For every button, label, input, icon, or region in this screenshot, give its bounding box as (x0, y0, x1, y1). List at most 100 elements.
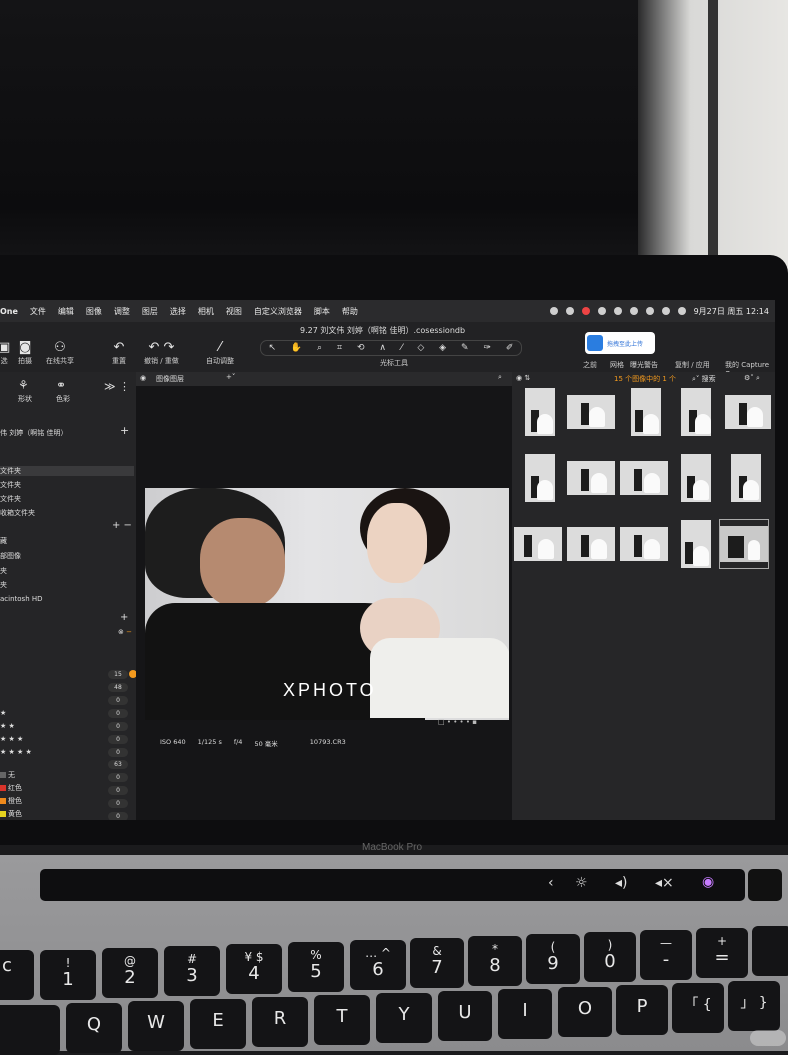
wechat-icon[interactable] (549, 307, 558, 315)
menu-adjust[interactable]: 调整 (114, 306, 130, 317)
key[interactable]: ) 0 (584, 932, 636, 982)
sidebar-item-folder-3[interactable]: 收箱文件夹 (0, 508, 35, 518)
live-share-button[interactable]: ⚇ 在线共享 (46, 340, 74, 366)
brush-tool-icon[interactable]: ⁄ (401, 343, 403, 353)
sidebar-item-folder-1[interactable]: 文件夹 (0, 480, 21, 490)
add-album-icon[interactable]: + − (112, 520, 132, 531)
key[interactable]: … ^ 6 (350, 940, 406, 990)
display-icon[interactable] (613, 307, 622, 315)
heal-tool-icon[interactable]: ✎ (461, 343, 469, 353)
menu-help[interactable]: 帮助 (342, 306, 358, 317)
color-icon[interactable]: ⚭ (56, 378, 66, 392)
sidebar-item-album-3[interactable]: 夹 (0, 580, 7, 590)
key[interactable]: Q (66, 1003, 122, 1053)
wifi-icon[interactable] (645, 307, 654, 315)
crop-tool-icon[interactable]: ⌗ (337, 343, 342, 353)
keystone-tool-icon[interactable]: ∧ (379, 343, 386, 353)
key[interactable]: R (252, 997, 308, 1047)
rating-label[interactable]: ★ ★ ★ ★ (0, 748, 32, 756)
mute-icon[interactable]: ◂× (655, 875, 674, 891)
zoom-icon[interactable]: ⌕ (498, 373, 502, 382)
copy-apply-button[interactable]: 复制 / 应用 (675, 360, 710, 370)
add-icon[interactable]: + (120, 424, 129, 437)
key[interactable]: E (190, 999, 246, 1049)
key[interactable]: + = (696, 928, 748, 978)
sidebar-item-volume[interactable]: acintosh HD (0, 595, 43, 603)
annotation-tool-icon[interactable]: ✐ (506, 343, 514, 353)
menu-image[interactable]: 图像 (86, 306, 102, 317)
thumbnail[interactable] (516, 454, 564, 502)
eraser-tool-icon[interactable]: ◇ (417, 343, 424, 353)
color-tag-orange[interactable]: 橙色 (0, 796, 22, 806)
menu-layer[interactable]: 图层 (142, 306, 158, 317)
loupe-tool-icon[interactable]: ⌕ (317, 343, 322, 353)
key[interactable]: 」 } (728, 981, 780, 1031)
key[interactable]: 「 { (672, 983, 724, 1033)
grid-button[interactable]: 网格 (610, 360, 624, 370)
key[interactable]: ¥ $4 (226, 944, 282, 994)
delete-key[interactable] (752, 926, 788, 976)
thumbnail[interactable] (516, 388, 564, 436)
thumbnail[interactable] (672, 520, 720, 568)
capture-button[interactable]: ◙ 拍摄 (18, 340, 32, 366)
menu-camera[interactable]: 相机 (198, 306, 214, 317)
key[interactable]: I (498, 989, 552, 1039)
menu-edit[interactable]: 编辑 (58, 306, 74, 317)
tab-color[interactable]: 色彩 (56, 394, 70, 404)
thumbnail[interactable] (620, 454, 668, 502)
page-dots[interactable]: □ • • • • ▪ (438, 718, 477, 726)
gradient-tool-icon[interactable]: ◈ (439, 343, 446, 353)
status-icon[interactable] (565, 307, 574, 315)
rating-label[interactable]: ★ (0, 709, 6, 717)
chevron-left-icon[interactable]: ‹ (548, 875, 554, 891)
app-menu[interactable]: One (0, 307, 18, 316)
eye-icon[interactable]: ◉ (140, 374, 146, 382)
sidebar-item-folder-0[interactable]: 文件夹 (0, 466, 134, 476)
add-filter-icon[interactable]: + (120, 612, 128, 623)
key[interactable]: c (0, 950, 34, 1000)
touch-bar[interactable]: ‹ ☼ ◂) ◂× ◉ (40, 869, 745, 901)
thumbnail[interactable] (672, 454, 720, 502)
search-icon[interactable] (661, 307, 670, 315)
thumbnail-selected[interactable] (719, 519, 769, 569)
before-button[interactable]: 之前 (583, 360, 597, 370)
sidebar-item-album-1[interactable]: 部图像 (0, 551, 21, 561)
hand-tool-icon[interactable]: ✋ (291, 343, 302, 353)
key[interactable]: @2 (102, 948, 158, 998)
reset-button[interactable]: ↶ 重置 (112, 340, 126, 366)
browser-search[interactable]: ⌕˅ 搜索 (692, 374, 716, 384)
thumbnail[interactable] (620, 520, 668, 568)
expand-icon[interactable]: ≫ ⋮ (104, 380, 130, 393)
clock[interactable]: 9月27日 周五 12:14 (694, 306, 769, 317)
tab-shape[interactable]: 形状 (18, 394, 32, 404)
select-button[interactable]: ▣ 选 (0, 340, 10, 366)
shape-icon[interactable]: ⚘ (18, 378, 29, 392)
sidebar-item-folder-2[interactable]: 文件夹 (0, 494, 21, 504)
pointer-tool-icon[interactable]: ↖ (268, 343, 276, 353)
brightness-icon[interactable]: ☼ (575, 875, 588, 891)
key[interactable]: #3 (164, 946, 220, 996)
rotate-tool-icon[interactable]: ⟲ (357, 343, 365, 353)
main-photo[interactable]: XPHOTO (145, 488, 509, 720)
record-icon[interactable] (581, 307, 590, 315)
control-center-icon[interactable] (677, 307, 686, 315)
session-name[interactable]: 伟 刘婷（啊铭 佳明） (0, 428, 67, 438)
siri-icon[interactable]: ◉ (702, 874, 714, 890)
key[interactable]: Y (376, 993, 432, 1043)
volume-icon[interactable]: ◂) (615, 875, 628, 891)
menu-file[interactable]: 文件 (30, 306, 46, 317)
exposure-warning-button[interactable]: 曝光警告 (630, 360, 658, 370)
picker-tool-icon[interactable]: ✑ (483, 343, 491, 353)
key[interactable]: % 5 (288, 942, 344, 992)
color-tag-yellow[interactable]: 黄色 (0, 809, 22, 819)
key[interactable]: O (558, 987, 612, 1037)
key[interactable]: P (616, 985, 668, 1035)
menu-view[interactable]: 视图 (226, 306, 242, 317)
color-tag-none[interactable]: 无 (0, 770, 15, 780)
upload-dropzone[interactable]: 拖拽至此上传 (585, 332, 655, 354)
key[interactable]: * 8 (468, 936, 522, 986)
rating-label[interactable]: ★ ★ (0, 722, 15, 730)
undo-redo-button[interactable]: ↶ ↷ 撤销 / 重做 (144, 340, 179, 366)
filter-reset-icon[interactable]: ⊗ − (118, 628, 132, 636)
key[interactable]: W (128, 1001, 184, 1051)
